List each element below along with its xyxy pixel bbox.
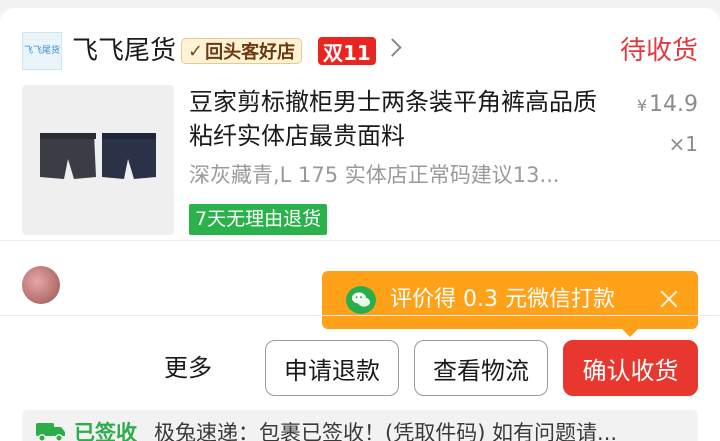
- chevron-right-icon[interactable]: [383, 38, 402, 57]
- avatar[interactable]: [22, 266, 60, 304]
- repeat-badge-label: 回头客好店: [205, 42, 296, 63]
- repeat-customer-badge: ✓ 回头客好店: [181, 38, 303, 64]
- shop-logo-text: 飞飞尾货: [23, 45, 60, 56]
- logistics-text: 极兔速递：包裹已签收！(凭取件码) 如有问题请...: [154, 421, 618, 441]
- boxer-briefs-icon: [22, 85, 174, 235]
- product-image[interactable]: [22, 85, 174, 235]
- check-icon: ✓: [188, 40, 204, 62]
- confirm-receipt-button[interactable]: 确认收货: [563, 340, 698, 396]
- shop-name[interactable]: 飞飞尾货: [72, 36, 176, 66]
- divider: [0, 240, 720, 241]
- product-price: ¥14.9: [637, 92, 698, 117]
- shop-logo[interactable]: 飞飞尾货: [22, 32, 62, 70]
- close-icon[interactable]: [656, 286, 682, 312]
- price-symbol: ¥: [636, 96, 648, 115]
- return-policy-tag: 7天无理由退货: [189, 204, 328, 235]
- order-status: 待收货: [619, 36, 698, 66]
- product-title[interactable]: 豆家剪标撤柜男士两条装平角裤高品质粘纤实体店最贵面料: [189, 85, 614, 153]
- order-card: 飞飞尾货 飞飞尾货 ✓ 回头客好店 双11 待收货 豆家剪标撤柜男士两条装平角裤…: [0, 8, 720, 441]
- divider: [0, 315, 720, 316]
- more-button[interactable]: 更多: [164, 353, 212, 383]
- double11-badge: 双11: [318, 37, 376, 65]
- logistics-bar[interactable]: 已签收 极兔速递：包裹已签收！(凭取件码) 如有问题请...: [22, 410, 698, 441]
- product-quantity: ×1: [668, 132, 698, 156]
- tip-text: 评价得 0.3 元微信打款: [390, 287, 615, 312]
- view-logistics-button[interactable]: 查看物流: [414, 340, 548, 396]
- review-reward-tooltip[interactable]: 评价得 0.3 元微信打款: [322, 271, 698, 337]
- product-sku: 深灰藏青,L 175 实体店正常码建议13...: [189, 163, 560, 187]
- signed-label: 已签收: [74, 421, 137, 441]
- truck-icon: [36, 423, 65, 441]
- price-value: 14.9: [649, 92, 698, 117]
- wechat-icon: [346, 286, 376, 314]
- request-refund-button[interactable]: 申请退款: [265, 340, 399, 396]
